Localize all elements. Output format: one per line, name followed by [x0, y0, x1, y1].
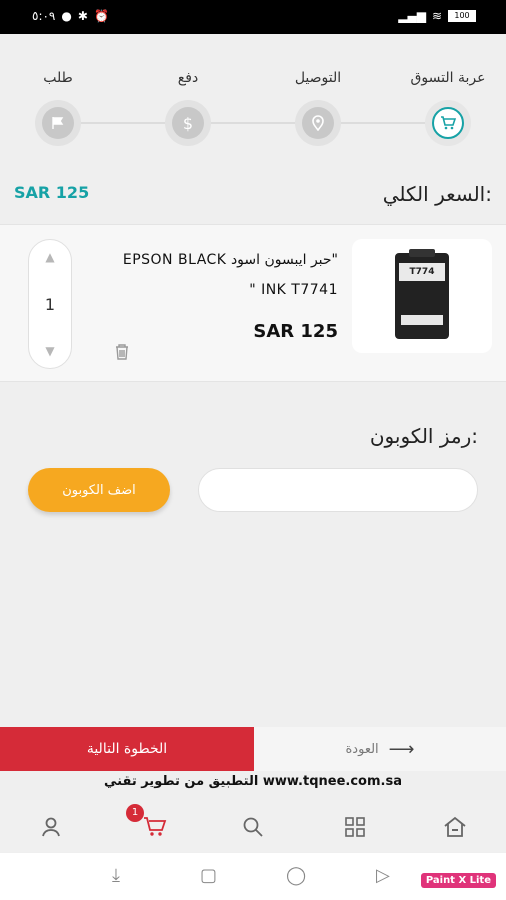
home-system-icon[interactable]: ◯: [286, 865, 306, 886]
product-title[interactable]: "حبر ايبسون اسود EPSON BLACK INK T7741 ": [98, 245, 338, 305]
dollar-icon: $: [172, 107, 204, 139]
cart-item: T774 "حبر ايبسون اسود EPSON BLACK INK T7…: [0, 224, 506, 382]
step-cart[interactable]: عربة التسوق: [398, 70, 498, 146]
system-nav-bar: ⤓ ▢ ◯ ▷ Paint X Lite: [0, 853, 506, 900]
step-order[interactable]: طلب: [8, 70, 108, 146]
status-left: ٥:٠٩ ● ✱ ⏰: [32, 9, 109, 23]
step-label: عربة التسوق: [410, 70, 486, 86]
bluetooth-icon: ✱: [77, 9, 88, 23]
recording-icon: ●: [61, 9, 72, 23]
product-image[interactable]: T774: [352, 239, 492, 353]
home-nav-icon[interactable]: [440, 814, 470, 840]
alarm-icon: ⏰: [93, 9, 109, 23]
step-payment[interactable]: دفع $: [138, 70, 238, 146]
total-amount: SAR 125: [14, 183, 90, 202]
bottom-nav: 1: [0, 800, 506, 852]
battery-icon: 100: [448, 10, 476, 22]
add-coupon-button[interactable]: اضف الكوبون: [28, 468, 170, 512]
notification-shade-icon[interactable]: ⤓: [112, 865, 120, 886]
quantity-value: 1: [44, 294, 56, 314]
quantity-stepper[interactable]: ▲ 1 ▼: [28, 239, 72, 369]
arrow-right-icon: ⟶: [388, 738, 415, 760]
cart-badge: 1: [126, 804, 144, 822]
step-label: دفع: [177, 70, 199, 86]
checkout-steps: عربة التسوق التوصيل دفع $ طلب: [0, 34, 506, 164]
back-system-icon[interactable]: ▷: [376, 865, 390, 886]
coupon-input[interactable]: [198, 468, 478, 512]
recents-icon[interactable]: ▢: [200, 865, 217, 886]
flag-icon: [42, 107, 74, 139]
status-right: ▂▄▆ ≋ 100: [398, 9, 476, 23]
next-step-button[interactable]: الخطوة التالية: [0, 727, 254, 771]
decrease-quantity-icon[interactable]: ▼: [45, 344, 54, 358]
cart-nav-icon[interactable]: 1: [126, 804, 170, 840]
profile-nav-icon[interactable]: [36, 814, 66, 840]
signal-icon: ▂▄▆: [398, 9, 426, 23]
increase-quantity-icon[interactable]: ▲: [45, 250, 54, 264]
step-label: التوصيل: [294, 70, 342, 86]
wifi-icon: ≋: [431, 9, 442, 23]
cart-icon: [432, 107, 464, 139]
steps-connector-line: [60, 122, 450, 124]
app-watermark: Paint X Lite: [420, 873, 496, 888]
step-delivery[interactable]: التوصيل: [268, 70, 368, 146]
status-time: ٥:٠٩: [32, 9, 56, 23]
back-label: العودة: [345, 741, 379, 757]
developer-credit[interactable]: التطبيق من تطوير تقني www.tqnee.com.sa: [0, 774, 506, 796]
total-price-row: SAR 125 السعر الكلي:: [0, 180, 506, 220]
coupon-label: رمز الكوبون:: [369, 424, 478, 448]
location-pin-icon: [302, 107, 334, 139]
status-bar: ٥:٠٩ ● ✱ ⏰ ▂▄▆ ≋ 100: [0, 0, 506, 34]
search-nav-icon[interactable]: [238, 814, 268, 840]
ink-bottle-image: T774: [395, 249, 449, 339]
product-price: SAR 125: [253, 321, 338, 342]
back-button[interactable]: العودة ⟶: [254, 727, 506, 771]
step-label: طلب: [43, 70, 73, 86]
total-label: السعر الكلي:: [382, 182, 492, 206]
trash-icon[interactable]: [114, 343, 130, 365]
product-image-label: T774: [399, 263, 445, 281]
categories-nav-icon[interactable]: [340, 814, 370, 840]
